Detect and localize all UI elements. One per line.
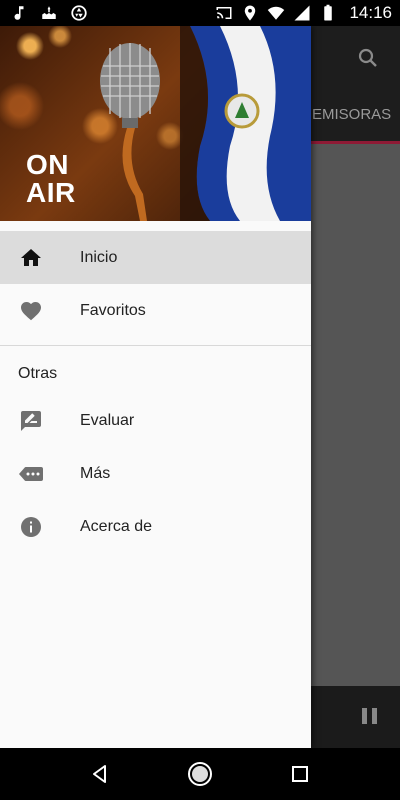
- menu-item-evaluar[interactable]: Evaluar: [0, 394, 311, 447]
- signal-icon: [294, 5, 310, 21]
- menu-item-favoritos[interactable]: Favoritos: [0, 284, 311, 337]
- on-air-line-1: ON: [26, 149, 69, 180]
- menu-item-label: Más: [80, 464, 111, 482]
- section-header-otras: Otras: [0, 346, 311, 394]
- music-note-icon: [14, 6, 24, 20]
- clock: 14:16: [349, 3, 392, 22]
- menu-item-label: Favoritos: [80, 301, 146, 319]
- rate-review-icon: [21, 411, 41, 431]
- menu-item-acerca-de[interactable]: Acerca de: [0, 500, 311, 553]
- menu-item-label: Acerca de: [80, 517, 153, 535]
- on-air-text: ON AIR: [26, 151, 76, 207]
- system-nav-bar: [0, 748, 400, 800]
- navigation-drawer: ON AIR Inicio Favoritos Otras Evaluar Má…: [0, 26, 311, 748]
- menu-item-mas[interactable]: Más: [0, 447, 311, 500]
- drawer-menu: Inicio Favoritos Otras Evaluar Más Acerc…: [0, 231, 311, 553]
- cake-icon: [42, 6, 56, 19]
- el-salvador-flag: [180, 26, 311, 221]
- aperture-icon: [71, 5, 87, 21]
- pause-icon[interactable]: [362, 708, 378, 724]
- tab-emisoras[interactable]: EMISORAS: [312, 106, 391, 123]
- info-icon: [21, 517, 41, 537]
- location-icon: [245, 5, 256, 21]
- more-tag-icon: [19, 467, 43, 481]
- status-bar: 14:16: [0, 0, 400, 26]
- heart-icon: [21, 302, 41, 321]
- cast-icon: [216, 7, 232, 19]
- back-icon[interactable]: [88, 762, 112, 786]
- battery-icon: [324, 4, 333, 21]
- menu-item-inicio[interactable]: Inicio: [0, 231, 311, 284]
- menu-item-label: Inicio: [80, 248, 118, 266]
- menu-item-label: Evaluar: [80, 411, 135, 429]
- drawer-header: ON AIR: [0, 26, 311, 221]
- microphone-image: [100, 43, 160, 221]
- section-title: Otras: [18, 365, 58, 382]
- wifi-icon: [268, 6, 285, 20]
- on-air-line-2: AIR: [26, 177, 76, 208]
- recents-icon[interactable]: [288, 762, 312, 786]
- search-icon[interactable]: [356, 46, 380, 70]
- home-icon: [21, 249, 41, 266]
- home-circle-icon[interactable]: [186, 760, 214, 788]
